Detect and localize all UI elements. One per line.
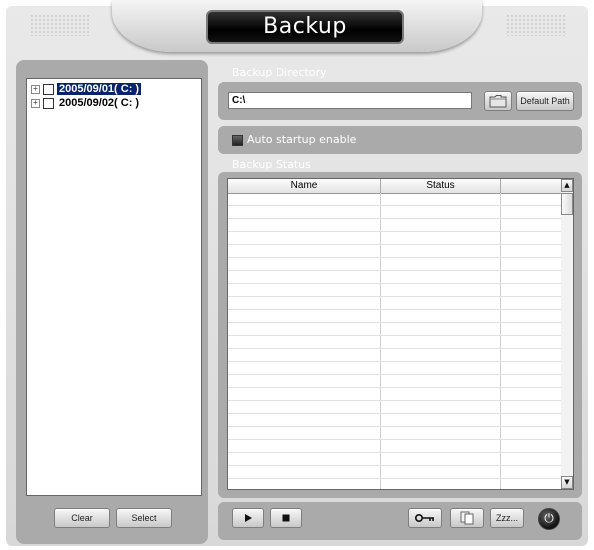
column-header-extra[interactable] — [501, 179, 561, 193]
clear-button[interactable]: Clear — [54, 508, 110, 528]
backup-status-table: Name Status — [227, 178, 562, 490]
auto-startup-label: Auto startup enable — [247, 133, 357, 146]
tree-item-checkbox[interactable] — [43, 83, 54, 95]
power-icon: ⏻ — [544, 511, 554, 525]
expand-icon[interactable]: + — [31, 84, 40, 94]
copy-icon — [460, 511, 474, 525]
scroll-up-arrow-icon[interactable]: ▲ — [561, 179, 573, 192]
auto-startup-checkbox[interactable] — [232, 135, 243, 146]
scroll-down-arrow-icon[interactable]: ▼ — [561, 476, 573, 489]
column-header-name[interactable]: Name — [228, 179, 381, 193]
backup-directory-label: Backup Directory — [232, 66, 327, 79]
copy-button[interactable] — [450, 508, 484, 528]
key-button[interactable] — [408, 508, 442, 528]
tree-item-label[interactable]: 2005/09/02( C: ) — [57, 97, 141, 109]
default-path-button[interactable]: Default Path — [516, 91, 574, 111]
window-title: Backup — [206, 10, 404, 44]
backup-directory-input[interactable]: C:\ — [228, 92, 472, 109]
power-button[interactable]: ⏻ — [538, 508, 560, 530]
stop-button[interactable] — [270, 508, 302, 528]
tree-item-label[interactable]: 2005/09/01( C: ) — [57, 83, 142, 95]
browse-folder-button[interactable] — [484, 91, 512, 111]
decorative-dots-right — [506, 14, 566, 36]
sleep-button[interactable]: Zzz... — [490, 508, 524, 528]
backup-date-tree: + 2005/09/01( C: ) + 2005/09/02( C: ) — [26, 78, 202, 496]
tree-item[interactable]: + 2005/09/01( C: ) — [31, 82, 142, 96]
table-header: Name Status — [228, 179, 561, 194]
folder-icon — [489, 95, 507, 108]
key-icon — [414, 513, 434, 523]
scroll-thumb[interactable] — [561, 193, 573, 215]
column-header-status[interactable]: Status — [381, 179, 501, 193]
stop-icon — [282, 514, 290, 522]
table-scrollbar[interactable]: ▲ ▼ — [561, 178, 574, 490]
expand-icon[interactable]: + — [31, 98, 40, 108]
select-button[interactable]: Select — [116, 508, 172, 528]
tree-item-checkbox[interactable] — [43, 97, 54, 109]
play-button[interactable] — [232, 508, 264, 528]
tree-item[interactable]: + 2005/09/02( C: ) — [31, 96, 141, 110]
decorative-dots-left — [30, 14, 90, 36]
play-icon — [245, 514, 252, 522]
table-rows — [228, 193, 561, 489]
backup-status-label: Backup Status — [232, 158, 311, 171]
